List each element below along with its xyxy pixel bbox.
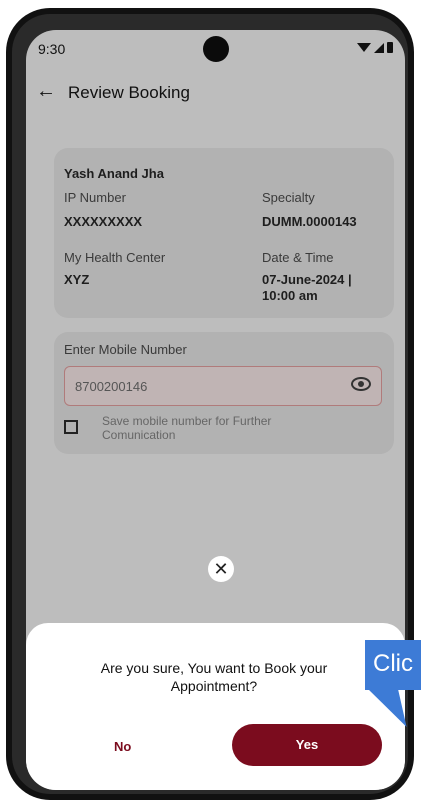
app-header: ← Review Booking — [26, 78, 405, 112]
status-bar: 9:30 — [26, 30, 405, 70]
signal-icon — [374, 42, 384, 53]
page-title: Review Booking — [68, 83, 190, 102]
callout-text: Clic — [373, 650, 413, 677]
close-icon[interactable]: ✕ — [208, 556, 234, 582]
camera-cutout — [203, 36, 229, 62]
wifi-icon — [357, 43, 371, 52]
patient-name: Yash Anand Jha — [64, 166, 164, 181]
ip-number-value: XXXXXXXXX — [64, 214, 143, 229]
system-icons — [357, 42, 393, 53]
arrow-left-icon[interactable]: ← — [36, 80, 56, 103]
mobile-card: Enter Mobile Number 8700200146 Save mobi… — [54, 332, 394, 454]
click-callout: Clic — [365, 640, 421, 690]
confirm-question: Are you sure, You want to Book your Appo… — [100, 660, 328, 694]
booking-details-card: Yash Anand Jha IP Number XXXXXXXXX Speci… — [54, 148, 394, 318]
mobile-input-value: 8700200146 — [75, 379, 148, 394]
yes-button[interactable]: Yes — [232, 724, 382, 766]
status-time: 9:30 — [38, 41, 66, 57]
time-value: 10:00 am — [262, 288, 318, 303]
confirm-dialog: Are you sure, You want to Book your Appo… — [26, 623, 405, 790]
health-center-label: My Health Center — [64, 250, 166, 265]
app-screen: 9:30 ← Review Booking Yash Anand Jha IP … — [26, 30, 405, 790]
mobile-input[interactable]: 8700200146 — [64, 366, 382, 406]
save-mobile-label: Save mobile number for Further Comunicat… — [102, 414, 272, 442]
battery-icon — [387, 42, 393, 53]
eye-icon[interactable] — [351, 377, 371, 391]
phone-frame: 9:30 ← Review Booking Yash Anand Jha IP … — [6, 8, 414, 800]
ip-number-label: IP Number — [64, 190, 126, 205]
date-time-value: 07-June-2024 | — [262, 272, 352, 287]
specialty-value: DUMM.0000143 — [262, 214, 357, 229]
mobile-label: Enter Mobile Number — [64, 342, 187, 357]
health-center-value: XYZ — [64, 272, 90, 287]
specialty-label: Specialty — [262, 190, 315, 205]
no-button[interactable]: No — [114, 739, 131, 754]
save-mobile-checkbox[interactable] — [64, 420, 78, 434]
date-time-label: Date & Time — [262, 250, 334, 265]
